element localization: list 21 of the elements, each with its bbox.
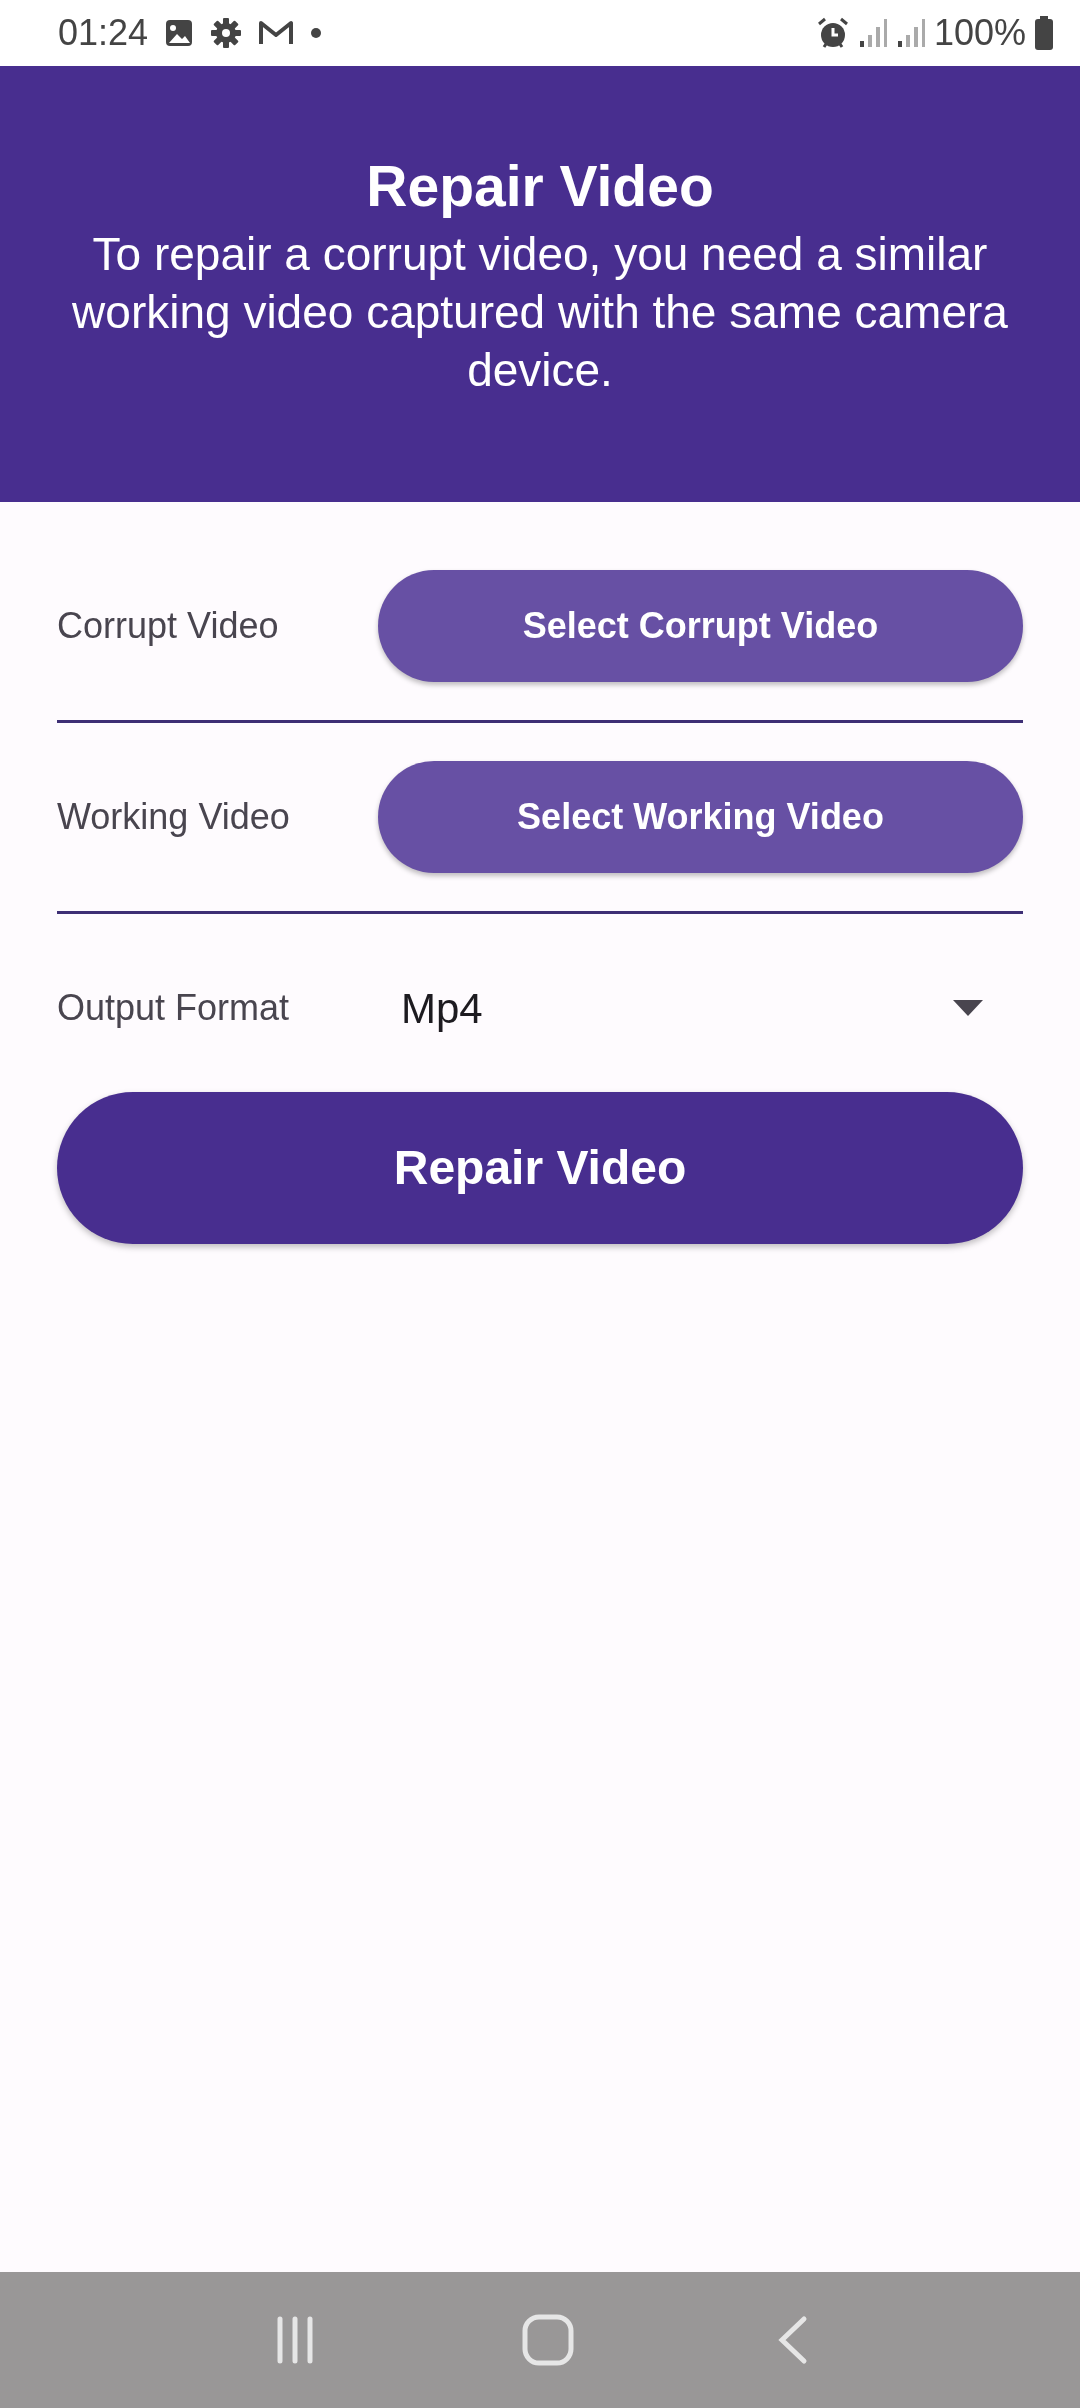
- format-dropdown[interactable]: Mp4: [378, 958, 1023, 1058]
- dot-icon: [310, 27, 323, 39]
- field-label: Output Format: [57, 986, 291, 1030]
- dropdown-value: Mp4: [401, 983, 483, 1034]
- image-icon: [164, 18, 195, 48]
- caret-icon: [953, 1000, 983, 1016]
- alarm-icon: [815, 16, 850, 50]
- repair-button[interactable]: Repair Video: [57, 1092, 1023, 1244]
- select-video-button[interactable]: Select Corrupt Video: [378, 570, 1023, 682]
- field-label: Corrupt Video: [57, 604, 280, 648]
- mail-icon: [258, 19, 295, 47]
- home-icon[interactable]: [521, 2313, 575, 2367]
- signal-icon: [857, 17, 888, 49]
- field-label: Working Video: [57, 795, 291, 839]
- gear-icon: [210, 17, 243, 49]
- header-description: To repair a corrupt video, you need a similar working video captured with the same camera device.: [71, 227, 1009, 398]
- battery-percent: 100%: [933, 11, 1026, 55]
- select-video-button[interactable]: Select Working Video: [378, 761, 1023, 873]
- signal-icon: [895, 17, 926, 49]
- status-time: 01:24: [58, 11, 149, 55]
- battery-icon: [1034, 16, 1054, 50]
